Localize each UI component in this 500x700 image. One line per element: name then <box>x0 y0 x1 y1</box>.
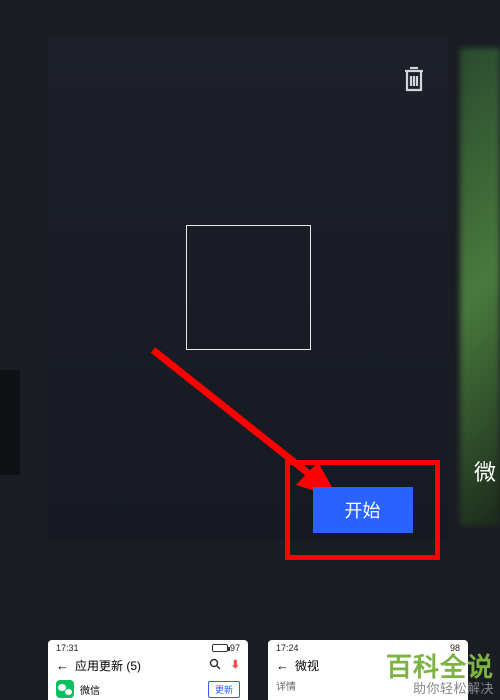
app-name: 微信 <box>80 682 100 697</box>
download-icon[interactable]: ⬇ <box>231 658 240 673</box>
trash-icon[interactable] <box>402 65 426 93</box>
start-button[interactable]: 开始 <box>313 487 413 533</box>
status-bar: 17:31 97 <box>48 640 248 653</box>
watermark-subtitle: 助你轻松解决 <box>386 682 494 696</box>
battery-level: 97 <box>230 643 240 653</box>
recent-app-card[interactable]: 开始 <box>48 35 448 540</box>
battery-indicator: 97 <box>212 643 240 653</box>
battery-icon <box>212 644 228 652</box>
wechat-icon <box>56 680 74 698</box>
back-icon[interactable]: ← <box>276 658 289 673</box>
status-bar: 17:24 98 <box>268 640 468 653</box>
center-placeholder-square <box>186 225 311 350</box>
update-button[interactable]: 更新 <box>208 681 240 698</box>
page-title: 应用更新 (5) <box>75 657 203 674</box>
watermark: 百科全说 助你轻松解决 <box>386 653 494 696</box>
header-actions: ⬇ <box>209 658 240 673</box>
status-time: 17:31 <box>56 643 79 653</box>
status-time: 17:24 <box>276 643 299 653</box>
highlight-box: 开始 <box>285 460 440 560</box>
watermark-title: 百科全说 <box>386 653 494 682</box>
left-partial-card <box>0 370 20 475</box>
back-icon[interactable]: ← <box>56 658 69 673</box>
thumb-header: ← 应用更新 (5) ⬇ <box>48 653 248 678</box>
app-row[interactable]: 微信 更新 <box>48 678 248 700</box>
thumbnail-left[interactable]: 17:31 97 ← 应用更新 (5) ⬇ 微信 更新 <box>48 640 248 700</box>
search-icon[interactable] <box>209 658 221 673</box>
adjacent-card-label: 微 <box>474 455 496 487</box>
